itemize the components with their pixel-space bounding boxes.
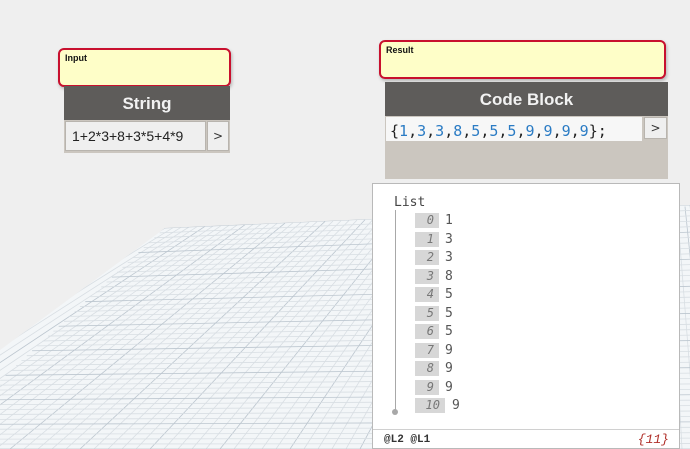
code-number-token: 9 [525, 122, 535, 140]
watch-item-index: 5 [415, 305, 439, 321]
code-punctuation-token: , [534, 122, 544, 140]
code-punctuation-token: , [552, 122, 562, 140]
watch-item-index: 8 [415, 361, 439, 376]
watch-item-count: {11} [637, 432, 669, 447]
watch-item-value: 3 [445, 250, 453, 265]
watch-tree-line [395, 210, 396, 411]
watch-item-value: 1 [445, 213, 453, 228]
watch-footer: @L2 @L1 {11} [373, 429, 679, 448]
code-punctuation-token: , [426, 122, 436, 140]
watch-item-value: 8 [445, 268, 453, 284]
string-output-port[interactable]: > [207, 121, 229, 151]
code-block-output-port[interactable]: > [644, 117, 667, 139]
code-number-token: 9 [543, 122, 553, 140]
code-number-token: 3 [417, 122, 427, 140]
watch-item-value: 9 [445, 379, 453, 395]
watch-item-index: 10 [415, 398, 445, 413]
watch-item-index: 6 [415, 324, 439, 339]
code-punctuation-token: , [444, 122, 454, 140]
watch-list-title: List [394, 195, 426, 210]
code-punctuation-token: }; [588, 122, 607, 140]
input-note-label: Input [65, 53, 87, 63]
code-number-token: 9 [561, 122, 571, 140]
code-number-token: 5 [471, 122, 481, 140]
string-value-input[interactable]: 1+2*3+8+3*5+4*9 [65, 121, 206, 151]
code-number-token: 8 [453, 122, 463, 140]
code-number-token: 1 [399, 122, 409, 140]
watch-item-index: 0 [415, 213, 439, 228]
watch-item-value: 5 [445, 305, 453, 321]
code-number-token: 9 [579, 122, 589, 140]
watch-item-value: 9 [445, 361, 453, 376]
watch-item-value: 5 [445, 324, 453, 339]
code-block-editor[interactable]: {1,3,3,8,5,5,5,9,9,9,9}; [386, 117, 642, 141]
watch-item-index: 4 [415, 287, 439, 302]
watch-item-value: 9 [445, 342, 453, 358]
watch-item-index: 1 [415, 231, 439, 247]
code-punctuation-token: { [390, 122, 400, 140]
watch-item-value: 5 [445, 287, 453, 302]
watch-item-index: 3 [415, 268, 439, 284]
watch-preview-panel[interactable]: List 0 1 1 3 2 3 3 8 4 5 5 5 6 5 7 9 8 9 9 9 10 9 @L2 @L1 {11… [372, 183, 680, 449]
code-punctuation-token: , [480, 122, 490, 140]
result-note[interactable]: Result [379, 40, 666, 79]
watch-item-index: 7 [415, 342, 439, 358]
watch-item-index: 9 [415, 379, 439, 395]
code-punctuation-token: , [570, 122, 580, 140]
code-block-node-title: Code Block [479, 90, 574, 109]
watch-levels[interactable]: @L2 @L1 [384, 434, 430, 446]
watch-item-index: 2 [415, 250, 439, 265]
code-number-token: 3 [435, 122, 445, 140]
watch-item-value: 9 [452, 398, 460, 413]
string-node-header[interactable]: String [64, 86, 230, 120]
result-note-label: Result [386, 45, 414, 55]
watch-tree-end-dot [392, 409, 398, 415]
code-punctuation-token: , [408, 122, 418, 140]
string-node-title: String [122, 94, 172, 113]
code-punctuation-token: , [462, 122, 472, 140]
watch-item-value: 3 [445, 231, 453, 247]
code-block-node-header[interactable]: Code Block [385, 82, 668, 116]
input-note[interactable]: Input [58, 48, 231, 87]
